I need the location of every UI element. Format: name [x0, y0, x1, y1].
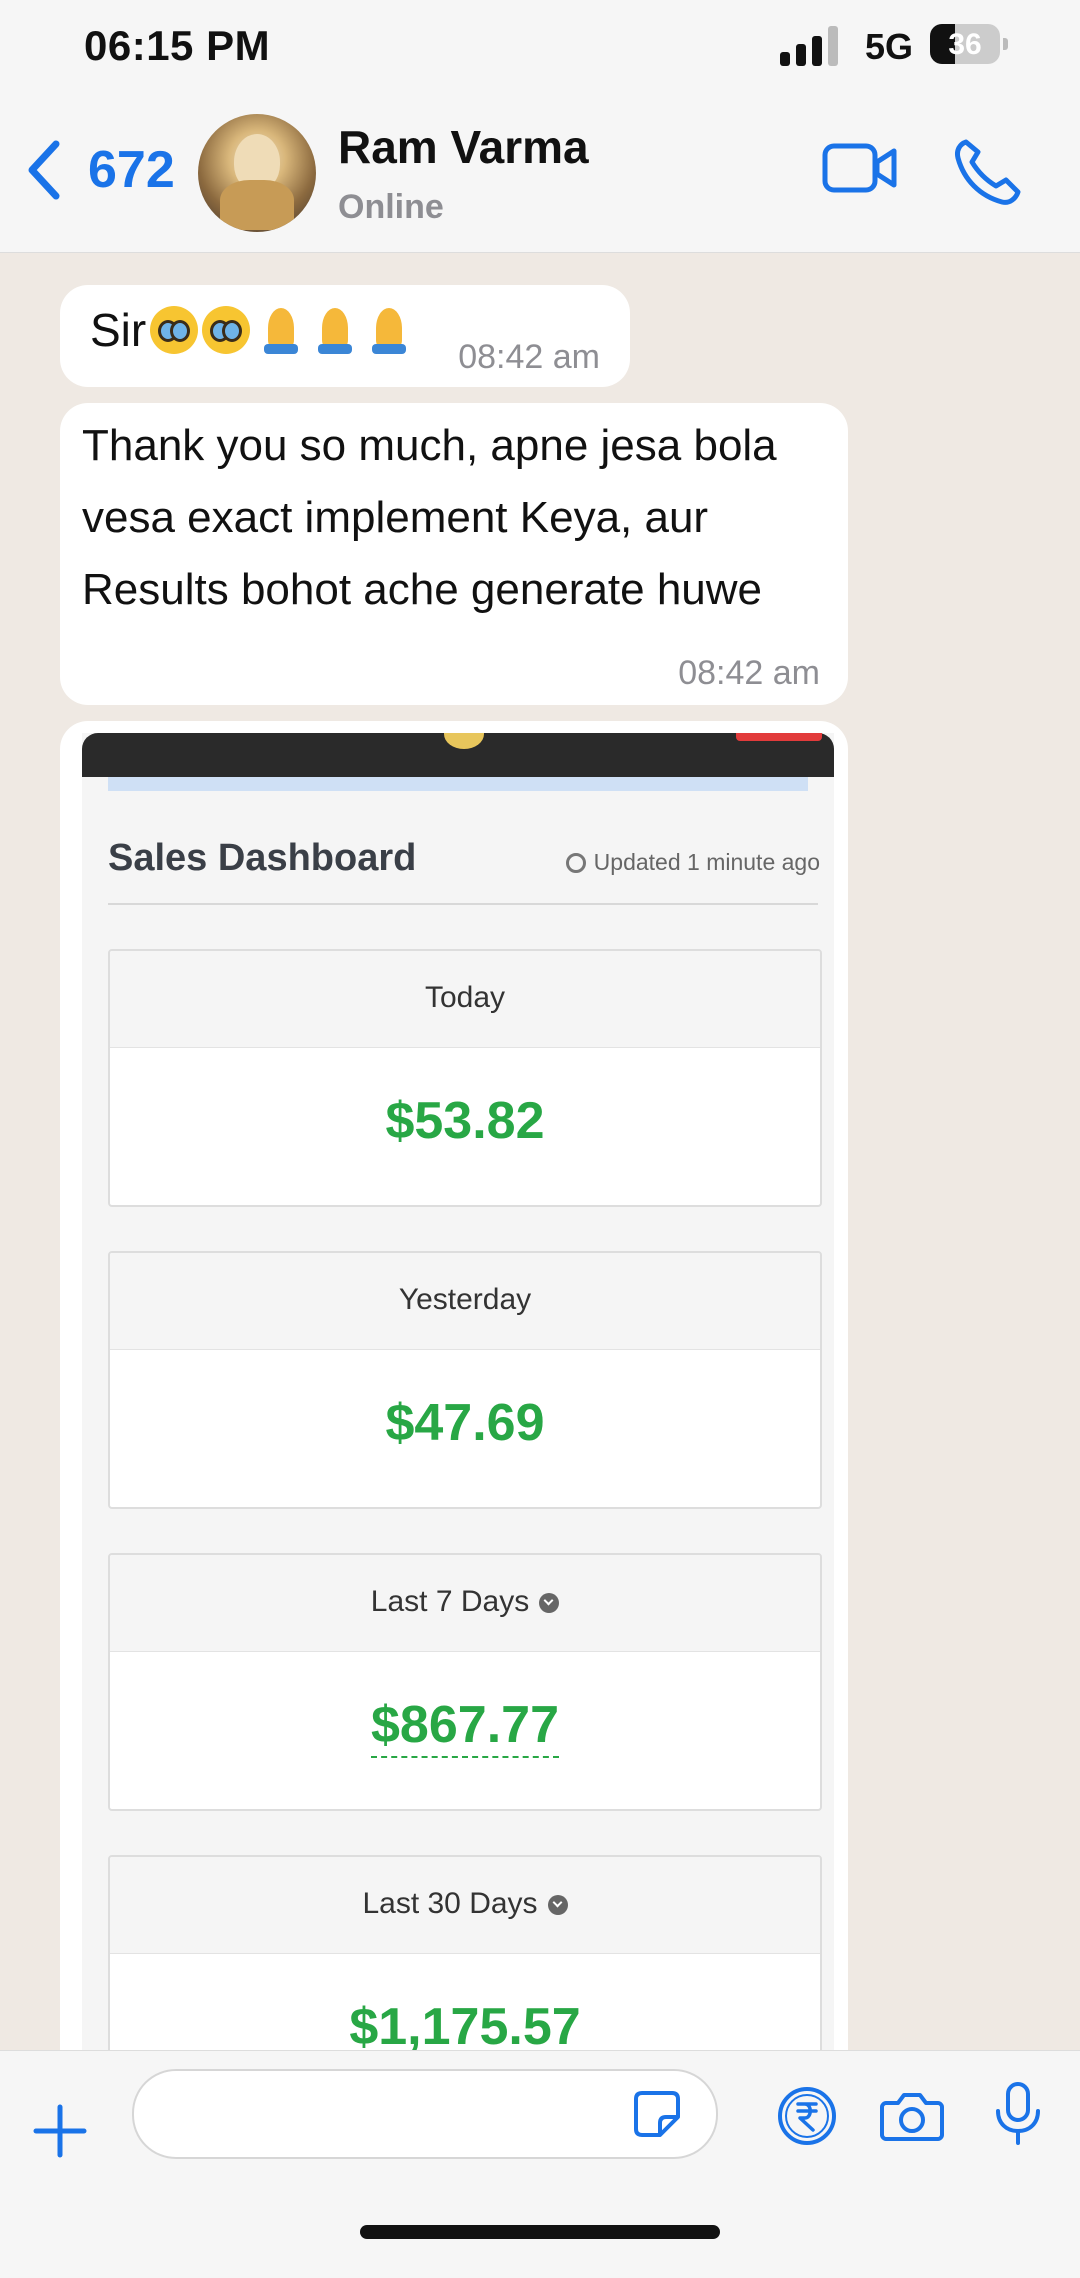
dashboard-title: Sales Dashboard [108, 837, 417, 879]
video-call-button[interactable] [822, 142, 898, 199]
sticker-button[interactable] [632, 2089, 682, 2144]
payment-button[interactable] [776, 2085, 838, 2152]
phone-icon [955, 139, 1021, 205]
message-line: Results bohot ache generate huwe [82, 565, 763, 614]
message-time: 08:42 am [458, 338, 600, 376]
image-message[interactable]: Sales Dashboard Updated 1 minute ago Tod… [60, 721, 848, 2050]
status-time: 06:15 PM [84, 22, 271, 69]
contact-status: Online [338, 188, 444, 226]
back-chevron-icon [28, 140, 60, 200]
stat-card-last-30-days: Last 30 Days $1,175.57 [108, 1855, 822, 2050]
camera-button[interactable] [880, 2087, 944, 2148]
microphone-button[interactable] [992, 2081, 1044, 2152]
network-type: 5G [865, 26, 914, 67]
contact-name[interactable]: Ram Varma [338, 120, 589, 174]
voice-call-button[interactable] [952, 136, 1022, 211]
card-value: $53.82 [385, 1092, 545, 1150]
status-bar: 06:15 PM 5G 36 [0, 0, 1080, 90]
clock-icon [565, 852, 586, 873]
chat-area[interactable]: Sir 08:42 am Thank you so much, apne jes… [0, 253, 1080, 2050]
message-text: Sir [90, 303, 412, 357]
battery-level: 36 [948, 28, 982, 61]
plus-icon [33, 2104, 87, 2158]
signal-icon [780, 24, 838, 66]
sticker-icon [634, 2091, 680, 2137]
card-label: Last 30 Days [110, 1887, 820, 1921]
microphone-icon [996, 2082, 1040, 2145]
chevron-down-icon[interactable] [547, 1895, 568, 1916]
card-label: Yesterday [398, 1283, 532, 1316]
message-line: Thank you so much, apne jesa bola [82, 421, 777, 470]
topbar-red-strip [736, 733, 822, 741]
rupee-icon [778, 2087, 836, 2145]
screenshot-blue-strip [108, 777, 808, 791]
message-text-content: Sir [90, 304, 147, 356]
card-value-text: $867.77 [371, 1696, 559, 1758]
card-label: Today [424, 981, 506, 1014]
stat-card-yesterday: Yesterday $47.69 [108, 1251, 822, 1509]
updated-label: Updated 1 minute ago [565, 849, 820, 876]
card-label: Last 7 Days [110, 1585, 820, 1619]
divider [108, 903, 818, 905]
home-indicator [360, 2225, 720, 2239]
stat-card-last-7-days: Last 7 Days $867.77 [108, 1553, 822, 1811]
topbar-dot [444, 733, 484, 749]
back-button[interactable]: 672 [24, 138, 175, 202]
folded-hands-icon [258, 306, 304, 354]
attach-button[interactable] [32, 2103, 88, 2164]
message-bubble[interactable]: Sir 08:42 am [60, 285, 630, 387]
card-value: $47.69 [385, 1394, 545, 1452]
message-line: vesa exact implement Keya, aur [82, 493, 709, 542]
message-time: 08:42 am [678, 654, 820, 692]
chevron-down-icon[interactable] [539, 1593, 560, 1614]
card-label-text: Last 7 Days [370, 1585, 530, 1618]
dashboard-screenshot[interactable]: Sales Dashboard Updated 1 minute ago Tod… [82, 733, 834, 2050]
camera-icon [880, 2093, 944, 2141]
chat-header: 672 Ram Varma Online [0, 90, 1080, 253]
message-input-bar [0, 2050, 1080, 2278]
message-input[interactable] [132, 2069, 718, 2159]
avatar[interactable] [198, 114, 316, 232]
folded-hands-icon [312, 306, 358, 354]
folded-hands-icon [366, 306, 412, 354]
avatar-figure-body [220, 180, 294, 230]
stat-card-today: Today $53.82 [108, 949, 822, 1207]
updated-text: Updated 1 minute ago [593, 849, 820, 875]
pleading-face-icon [150, 306, 199, 354]
video-call-icon [822, 143, 897, 193]
pleading-face-icon [202, 306, 251, 354]
card-value: $867.77 [110, 1695, 820, 1758]
screenshot-topbar [82, 733, 834, 777]
card-label-text: Last 30 Days [362, 1887, 538, 1920]
message-bubble[interactable]: Thank you so much, apne jesa bola vesa e… [60, 403, 848, 705]
card-value: $1,175.57 [349, 1998, 581, 2050]
battery-nub [1003, 38, 1008, 50]
battery-icon: 36 [930, 24, 1000, 64]
unread-count: 672 [88, 141, 175, 199]
